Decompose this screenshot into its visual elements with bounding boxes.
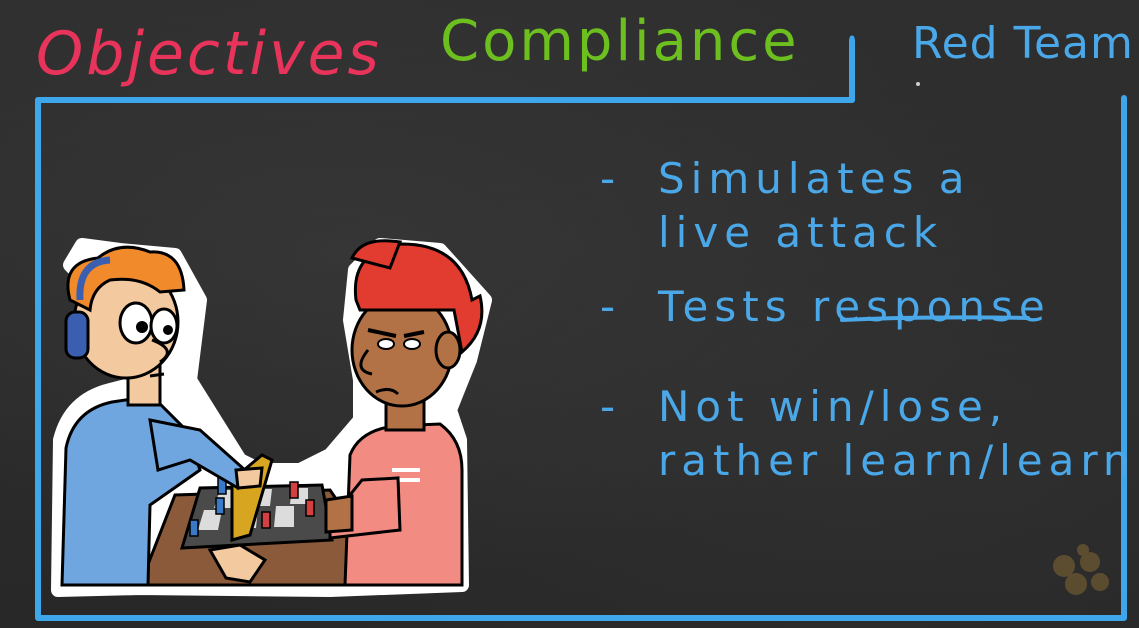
bullet-2-emphasis: response — [811, 282, 1051, 331]
bullet-simulates: - Simulates a live attack — [600, 152, 971, 260]
bullet-1-line-2: live attack — [658, 208, 944, 257]
two-players-chess-cartoon-icon — [51, 238, 492, 597]
chalkboard: Objectives Compliance Red Team - Simulat… — [0, 0, 1139, 628]
bullet-1-line-1: - Simulates a — [600, 154, 971, 203]
bullet-2-prefix: Tests — [658, 282, 812, 331]
bullet-3-line-1: - Not win/lose, — [600, 382, 1009, 431]
bullet-not-win-lose: - Not win/lose, rather learn/learn — [600, 380, 1136, 488]
bullet-tests-response: - Tests response — [600, 282, 1051, 331]
bullet-3-line-2: rather learn/learn — [658, 436, 1136, 485]
chalk-dot — [916, 82, 920, 86]
watermark-logo-icon — [1053, 544, 1109, 595]
